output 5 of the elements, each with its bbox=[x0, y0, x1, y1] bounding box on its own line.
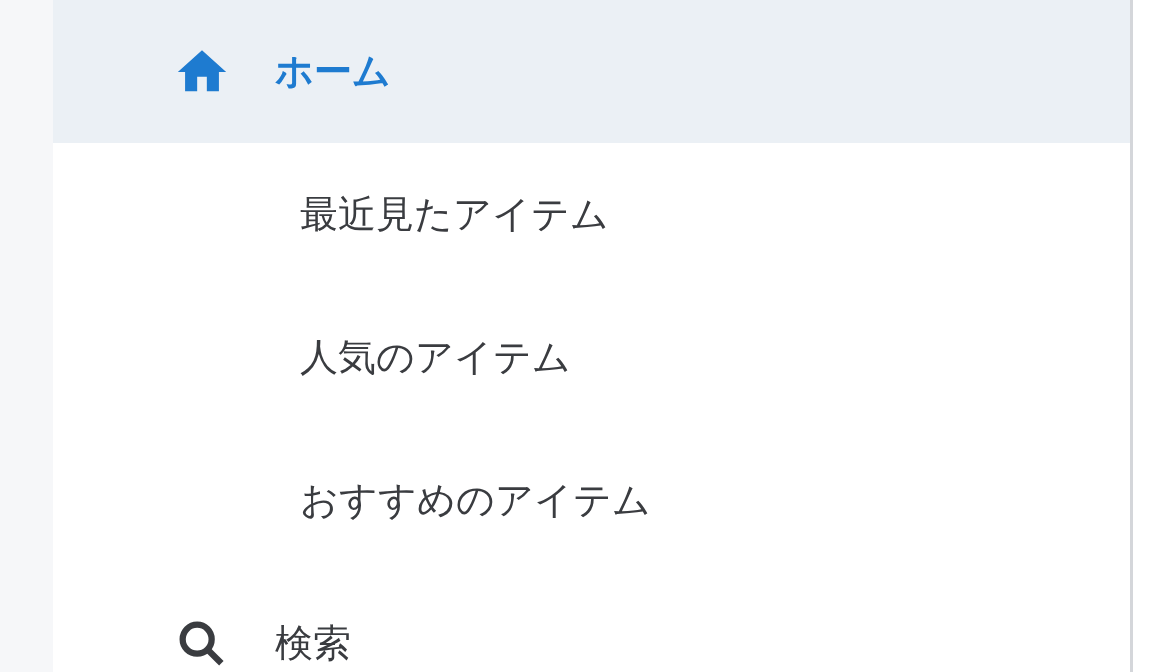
nav-subitem[interactable]: おすすめのアイテム bbox=[53, 429, 1130, 572]
nav-item[interactable]: 検索 bbox=[53, 572, 1130, 672]
nav-subitem[interactable]: 最近見たアイテム bbox=[53, 143, 1130, 286]
nav-item[interactable]: ホーム bbox=[53, 0, 1130, 143]
nav-subitem[interactable]: 人気のアイテム bbox=[53, 286, 1130, 429]
